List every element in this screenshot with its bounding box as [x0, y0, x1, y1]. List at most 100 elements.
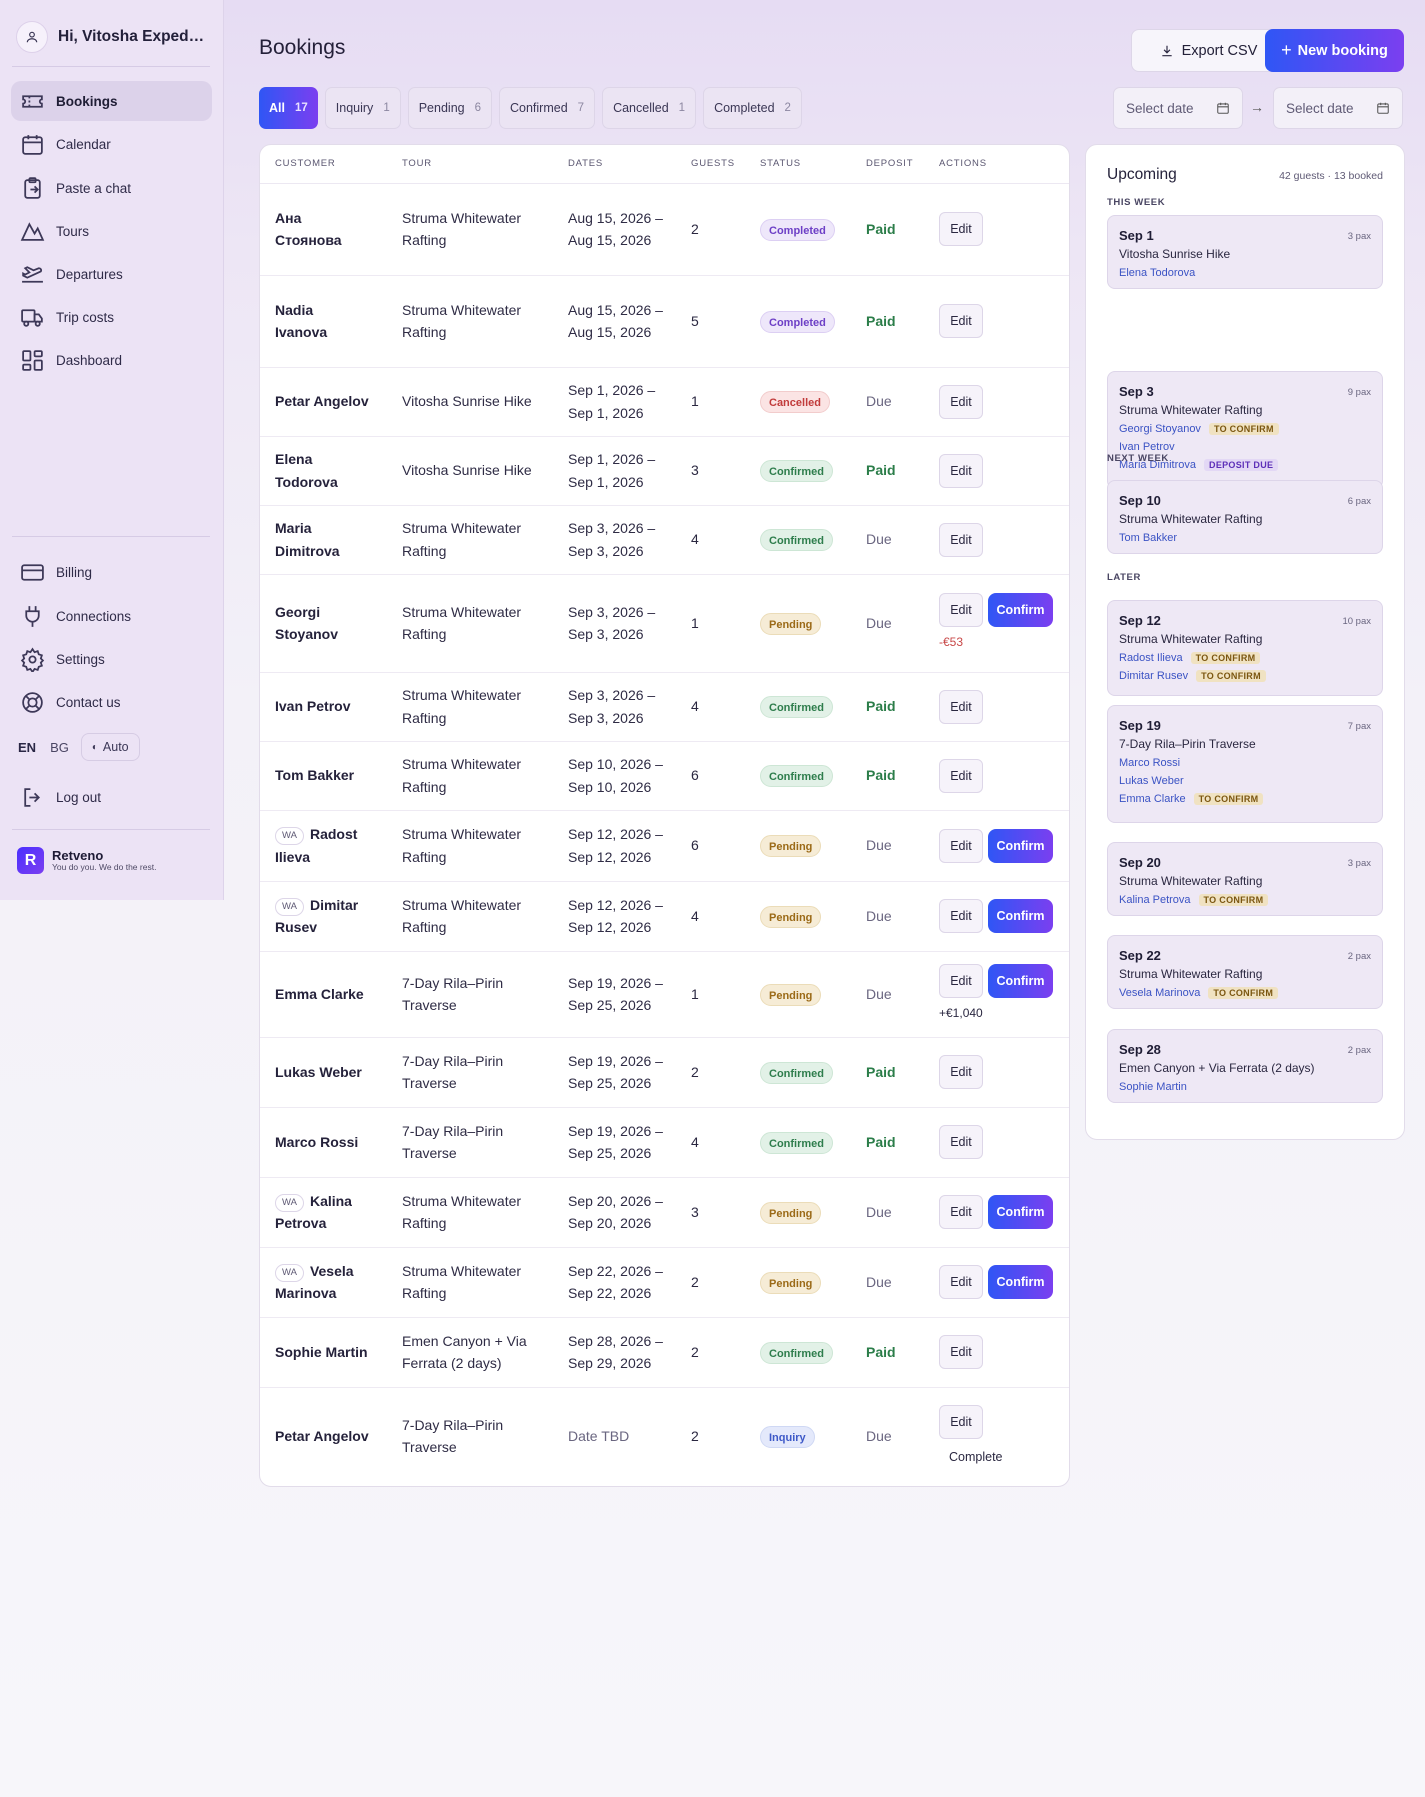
edit-button[interactable]: Edit: [939, 828, 983, 863]
table-row[interactable]: Ана Стоянова Struma Whitewater Rafting Aug…: [260, 183, 1069, 276]
customer-name: Ivan Petrov: [275, 698, 351, 715]
guest-count: 4: [691, 1133, 699, 1150]
edit-button[interactable]: Edit: [939, 964, 983, 999]
upcoming-departure[interactable]: Sep 28 2 pax Emen Canyon + Via Ferrata (2 …: [1107, 1029, 1383, 1103]
departure-guest[interactable]: Tom Bakker: [1119, 532, 1371, 544]
table-row[interactable]: WA Radost Ilieva Struma Whitewater Rafting…: [260, 810, 1069, 882]
departure-guest[interactable]: Kalina Petrova TO CONFIRM: [1119, 894, 1371, 906]
table-row[interactable]: Maria Dimitrova Struma Whitewater Rafting…: [260, 505, 1069, 575]
edit-button[interactable]: Edit: [939, 384, 983, 419]
nav-bookings[interactable]: Bookings: [11, 81, 212, 121]
upcoming-departure[interactable]: Sep 3 9 pax Struma Whitewater Rafting Georg…: [1107, 371, 1383, 489]
table-row[interactable]: Tom Bakker Struma Whitewater Rafting Sep 1…: [260, 741, 1069, 811]
tab-completed[interactable]: Completed 2: [703, 87, 802, 129]
edit-button[interactable]: Edit: [939, 1405, 983, 1440]
departure-guest[interactable]: Sophie Martin: [1119, 1081, 1371, 1093]
edit-button[interactable]: Edit: [939, 1265, 983, 1299]
departure-guest[interactable]: Ivan Petrov: [1119, 441, 1371, 453]
tab-all[interactable]: All 17: [259, 87, 318, 129]
departure-guest[interactable]: Lukas Weber: [1119, 775, 1371, 787]
table-row[interactable]: Emma Clarke 7-Day Rila–Pirin Traverse Sep …: [260, 951, 1069, 1038]
table-row[interactable]: Petar Angelov 7-Day Rila–Pirin Traverse Da…: [260, 1387, 1069, 1485]
departure-guest[interactable]: Radost Ilieva TO CONFIRM: [1119, 652, 1371, 664]
table-row[interactable]: Lukas Weber 7-Day Rila–Pirin Traverse Sep …: [260, 1037, 1069, 1108]
nav-bookings-label: Bookings: [56, 93, 118, 109]
upcoming-departure[interactable]: Sep 20 3 pax Struma Whitewater Rafting Kali…: [1107, 842, 1383, 916]
brand-logo-icon: R: [17, 847, 44, 874]
edit-button[interactable]: Edit: [939, 1055, 983, 1089]
table-row[interactable]: WA Kalina Petrova Struma Whitewater Raftin…: [260, 1177, 1069, 1248]
tab-confirmed[interactable]: Confirmed 7: [499, 87, 596, 129]
confirm-button[interactable]: Confirm: [988, 899, 1053, 933]
tab-pending[interactable]: Pending 6: [407, 87, 492, 129]
departure-guest[interactable]: Vesela Marinova TO CONFIRM: [1119, 987, 1371, 999]
upcoming-departure[interactable]: Sep 22 2 pax Struma Whitewater Rafting Vese…: [1107, 935, 1383, 1009]
table-row[interactable]: Petar Angelov Vitosha Sunrise Hike Sep 1, …: [260, 367, 1069, 437]
nav-billing[interactable]: Billing: [11, 552, 212, 592]
confirm-button[interactable]: Confirm: [988, 1265, 1053, 1299]
confirm-button[interactable]: Confirm: [988, 593, 1053, 628]
nav-dashboard[interactable]: Dashboard: [11, 340, 212, 380]
booking-dates: Date TBD: [568, 1428, 630, 1445]
edit-button[interactable]: Edit: [939, 304, 983, 338]
departure-guest[interactable]: Emma Clarke TO CONFIRM: [1119, 793, 1371, 805]
date-to-input[interactable]: Select date: [1273, 87, 1403, 129]
table-row[interactable]: Marco Rossi 7-Day Rila–Pirin Traverse Sep …: [260, 1107, 1069, 1178]
table-row[interactable]: Georgi Stoyanov Struma Whitewater Rafting…: [260, 574, 1069, 673]
departure-guest[interactable]: Dimitar Rusev TO CONFIRM: [1119, 670, 1371, 682]
edit-button[interactable]: Edit: [939, 1195, 983, 1229]
upcoming-departure[interactable]: Sep 10 6 pax Struma Whitewater Rafting Tom …: [1107, 480, 1383, 554]
export-csv-button[interactable]: Export CSV: [1131, 29, 1286, 72]
edit-button[interactable]: Edit: [939, 1125, 983, 1159]
nav-connections[interactable]: Connections: [11, 596, 212, 636]
lang-bg[interactable]: BG: [50, 740, 69, 755]
table-row[interactable]: WA Vesela Marinova Struma Whitewater Rafti…: [260, 1247, 1069, 1318]
departure-tour: Emen Canyon + Via Ferrata (2 days): [1119, 1061, 1315, 1075]
export-csv-label: Export CSV: [1181, 42, 1258, 59]
customer-name: Georgi Stoyanov: [275, 603, 339, 642]
nav-departures[interactable]: Departures: [11, 254, 212, 294]
nav-tours[interactable]: Tours: [11, 211, 212, 251]
edit-button[interactable]: Edit: [939, 453, 983, 488]
lang-en[interactable]: EN: [18, 740, 36, 755]
departure-guest[interactable]: Elena Todorova: [1119, 267, 1371, 279]
table-row[interactable]: Nadia Ivanova Struma Whitewater Rafting Au…: [260, 275, 1069, 368]
departure-guest[interactable]: Georgi Stoyanov TO CONFIRM: [1119, 423, 1371, 435]
edit-button[interactable]: Edit: [939, 212, 983, 246]
edit-button[interactable]: Edit: [939, 689, 983, 724]
edit-button[interactable]: Edit: [939, 758, 983, 793]
whatsapp-badge: WA: [275, 1193, 304, 1212]
nav-settings[interactable]: Settings: [11, 639, 212, 679]
table-row[interactable]: Sophie Martin Emen Canyon + Via Ferrata (…: [260, 1317, 1069, 1388]
edit-button[interactable]: Edit: [939, 522, 983, 557]
edit-button[interactable]: Edit: [939, 593, 983, 628]
tab-inquiry[interactable]: Inquiry 1: [324, 87, 401, 129]
table-row[interactable]: WA Dimitar Rusev Struma Whitewater Rafting…: [260, 881, 1069, 952]
edit-button[interactable]: Edit: [939, 1335, 983, 1369]
complete-button[interactable]: Complete: [949, 1447, 1069, 1467]
nav-calendar[interactable]: Calendar: [11, 124, 212, 164]
guest-count: 2: [691, 220, 699, 237]
date-from-input[interactable]: Select date: [1113, 87, 1243, 129]
confirm-button[interactable]: Confirm: [988, 964, 1053, 999]
user-menu[interactable]: Hi, Vitosha Expediti...: [16, 20, 212, 54]
table-row[interactable]: Elena Todorova Vitosha Sunrise Hike Sep 1,…: [260, 436, 1069, 506]
logout-button[interactable]: Log out: [11, 777, 212, 817]
nav-paste-chat[interactable]: Paste a chat: [11, 168, 212, 208]
confirm-button[interactable]: Confirm: [988, 1195, 1053, 1229]
upcoming-departure[interactable]: Sep 12 10 pax Struma Whitewater Rafting Rad…: [1107, 600, 1383, 696]
nav-contact-us[interactable]: Contact us: [11, 682, 212, 722]
tab-label: Confirmed: [510, 101, 568, 115]
nav-trip-costs[interactable]: Trip costs: [11, 297, 212, 337]
departure-guest[interactable]: Marco Rossi: [1119, 757, 1371, 769]
new-booking-button[interactable]: + New booking: [1265, 29, 1404, 72]
confirm-button[interactable]: Confirm: [988, 828, 1053, 863]
upcoming-departure[interactable]: Sep 19 7 pax 7-Day Rila–Pirin Traverse Marc…: [1107, 705, 1383, 823]
tab-cancelled[interactable]: Cancelled 1: [602, 87, 697, 129]
theme-toggle[interactable]: ◐ Auto: [80, 733, 140, 761]
upcoming-departure[interactable]: Sep 1 3 pax Vitosha Sunrise Hike Elena Todo…: [1107, 215, 1383, 289]
mountain-icon: [20, 221, 45, 241]
edit-button[interactable]: Edit: [939, 899, 983, 933]
departure-tour: Struma Whitewater Rafting: [1119, 632, 1263, 646]
table-row[interactable]: Ivan Petrov Struma Whitewater Rafting Sep …: [260, 672, 1069, 742]
